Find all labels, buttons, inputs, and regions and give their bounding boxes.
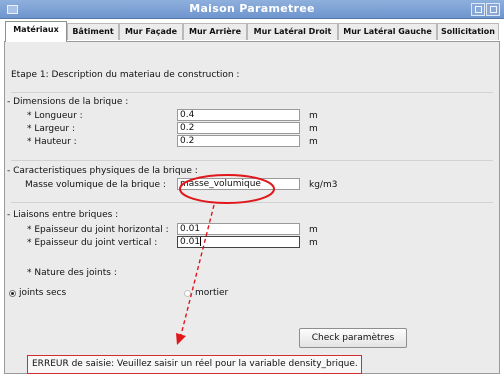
arrow-head bbox=[176, 333, 186, 345]
tab-materiaux[interactable]: Matériaux bbox=[5, 21, 67, 42]
annotation-overlay bbox=[176, 174, 275, 345]
dashed-arrow-line bbox=[180, 204, 215, 336]
highlight-ellipse bbox=[179, 174, 275, 204]
